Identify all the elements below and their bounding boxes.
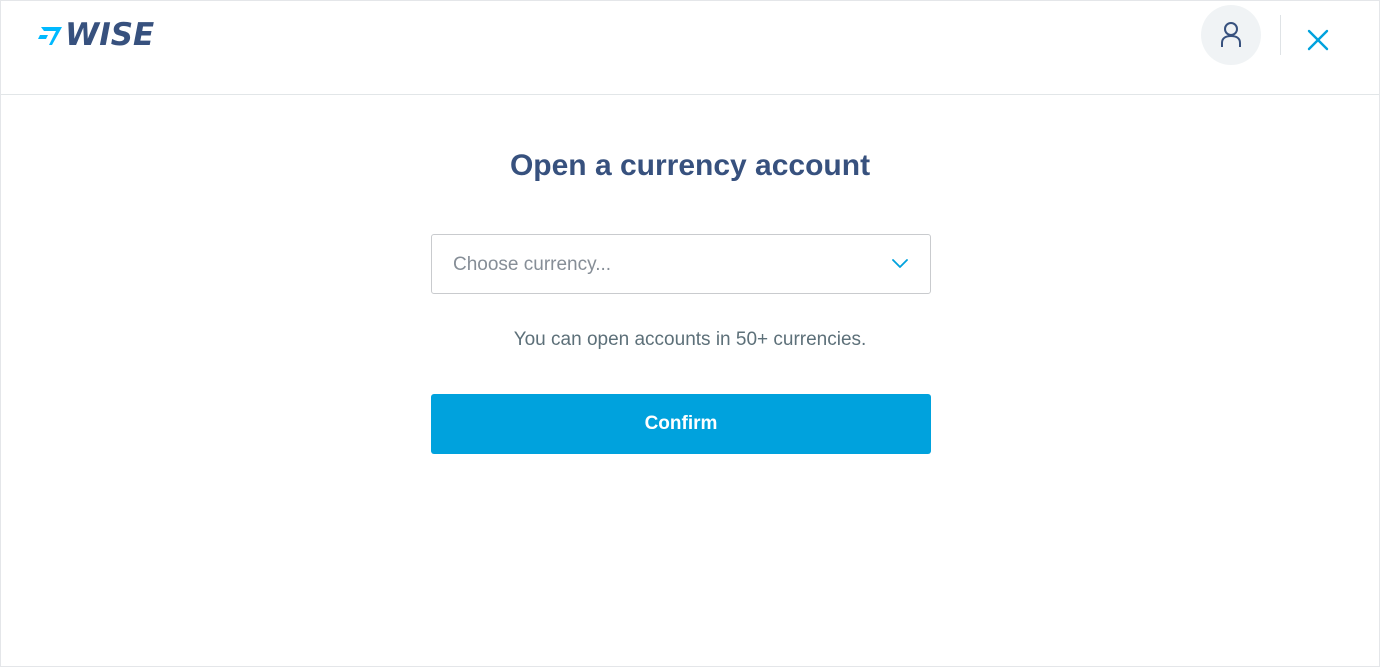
header: WISE xyxy=(1,1,1379,95)
currency-select-placeholder: Choose currency... xyxy=(453,254,612,275)
account-avatar-button[interactable] xyxy=(1201,5,1261,65)
confirm-button[interactable]: Confirm xyxy=(431,394,931,454)
chevron-down-icon xyxy=(892,259,908,268)
wise-logo[interactable]: WISE xyxy=(38,17,156,53)
close-button[interactable] xyxy=(1305,27,1331,53)
wise-flag-icon xyxy=(38,27,62,45)
close-icon xyxy=(1307,29,1329,51)
page-title: Open a currency account xyxy=(509,149,871,182)
currency-select[interactable]: Choose currency... xyxy=(431,234,931,294)
page-frame: WISE Open a currency account Choose curr… xyxy=(0,0,1380,667)
currency-hint-text: You can open accounts in 50+ currencies. xyxy=(513,329,867,350)
user-icon xyxy=(1221,22,1241,47)
header-divider xyxy=(1280,15,1281,55)
wise-wordmark: WISE xyxy=(65,17,155,53)
